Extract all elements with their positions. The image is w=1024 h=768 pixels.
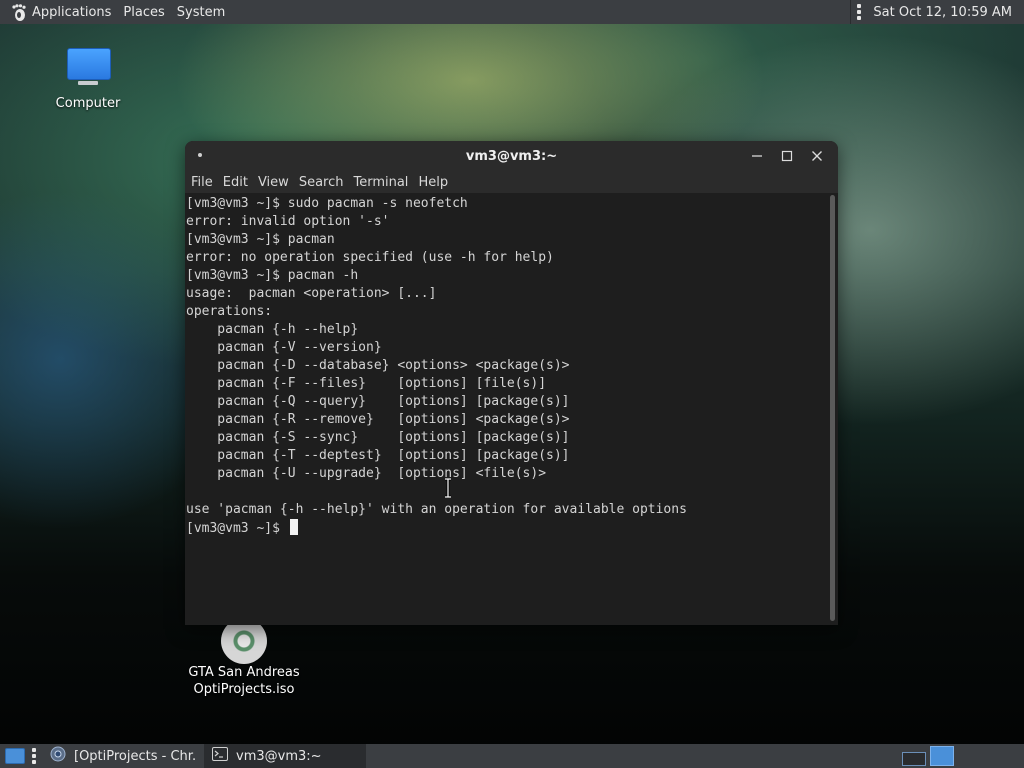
minimize-button[interactable] [742,141,772,171]
terminal-line: pacman {-S --sync} [options] [package(s)… [186,430,570,445]
terminal-prompt: [vm3@vm3 ~]$ [186,521,288,536]
terminal-line: pacman {-V --version} [186,340,382,355]
maximize-icon [781,150,793,162]
task-terminal-label: vm3@vm3:~ [236,748,322,764]
terminal-title: vm3@vm3:~ [465,148,558,164]
terminal-line: error: invalid option '-s' [186,214,390,229]
workspace-switcher [902,746,958,766]
terminal-window[interactable]: vm3@vm3:~ File Edit View Search Terminal… [185,141,838,625]
iso-label-line2: OptiProjects.iso [193,682,295,697]
window-menu-icon[interactable] [198,153,202,157]
terminal-prompt-line: [vm3@vm3 ~]$ [186,519,824,538]
taskbar-handle-icon[interactable] [32,748,36,764]
monitor-icon [67,48,111,85]
close-icon [812,151,822,161]
terminal-menubar: File Edit View Search Terminal Help [185,171,838,194]
terminal-line: operations: [186,304,273,319]
terminal-line: [vm3@vm3 ~]$ pacman [186,232,335,247]
terminal-output-area[interactable]: [vm3@vm3 ~]$ sudo pacman -s neofetch erro… [185,193,838,625]
panel-handle-icon[interactable] [857,4,862,20]
menu-terminal[interactable]: Terminal [348,175,413,190]
close-button[interactable] [802,141,832,171]
gnome-foot-icon [10,4,26,21]
menu-file[interactable]: File [186,175,218,190]
terminal-line: pacman {-D --database} <options> <packag… [186,358,570,373]
top-panel: Applications Places System Sat Oct 12, 1… [0,0,1024,24]
terminal-line: pacman {-Q --query} [options] [package(s… [186,394,570,409]
terminal-titlebar[interactable]: vm3@vm3:~ [185,141,838,171]
clock[interactable]: Sat Oct 12, 10:59 AM [873,5,1012,20]
terminal-line: pacman {-U --upgrade} [options] <file(s)… [186,466,547,481]
minimize-icon [752,155,762,157]
bottom-panel: [OptiProjects - Chr... vm3@vm3:~ [0,744,1024,768]
terminal-line: use 'pacman {-h --help}' with an operati… [186,502,687,517]
terminal-output: [vm3@vm3 ~]$ sudo pacman -s neofetch erro… [186,195,824,538]
terminal-scrollbar[interactable] [830,195,835,621]
show-desktop-icon [5,748,25,764]
workspace-1[interactable] [902,752,926,766]
task-terminal[interactable]: vm3@vm3:~ [204,744,366,768]
panel-separator [850,0,852,24]
places-menu[interactable]: Places [117,0,170,24]
terminal-line: pacman {-F --files} [options] [file(s)] [186,376,547,391]
ibeam-cursor-icon [445,478,451,498]
task-chrome-label: [OptiProjects - Chr... [74,748,196,764]
menu-search[interactable]: Search [294,175,349,190]
workspace-2[interactable] [930,746,954,766]
terminal-icon [212,747,228,765]
show-desktop-button[interactable] [4,747,26,765]
terminal-line: pacman {-T --deptest} [options] [package… [186,448,570,463]
terminal-line: error: no operation specified (use -h fo… [186,250,554,265]
task-chrome[interactable]: [OptiProjects - Chr... [42,744,204,768]
system-menu[interactable]: System [171,0,231,24]
computer-desktop-icon[interactable]: Computer [48,48,128,111]
computer-label: Computer [55,96,121,111]
terminal-line: [vm3@vm3 ~]$ sudo pacman -s neofetch [186,196,468,211]
maximize-button[interactable] [772,141,802,171]
terminal-line: usage: pacman <operation> [...] [186,286,437,301]
menu-view[interactable]: View [253,175,294,190]
terminal-line: pacman {-h --help} [186,322,359,337]
applications-label: Applications [32,4,112,20]
iso-label: GTA San Andreas OptiProjects.iso [184,664,304,698]
menu-help[interactable]: Help [413,175,453,190]
text-cursor [289,519,298,535]
menu-edit[interactable]: Edit [218,175,253,190]
chrome-icon [50,746,66,766]
applications-menu[interactable]: Applications [0,0,117,24]
iso-desktop-icon[interactable]: GTA San Andreas OptiProjects.iso [184,618,304,698]
terminal-line: pacman {-R --remove} [options] <package(… [186,412,570,427]
iso-label-line1: GTA San Andreas [188,665,300,680]
terminal-line: [vm3@vm3 ~]$ pacman -h [186,268,359,283]
